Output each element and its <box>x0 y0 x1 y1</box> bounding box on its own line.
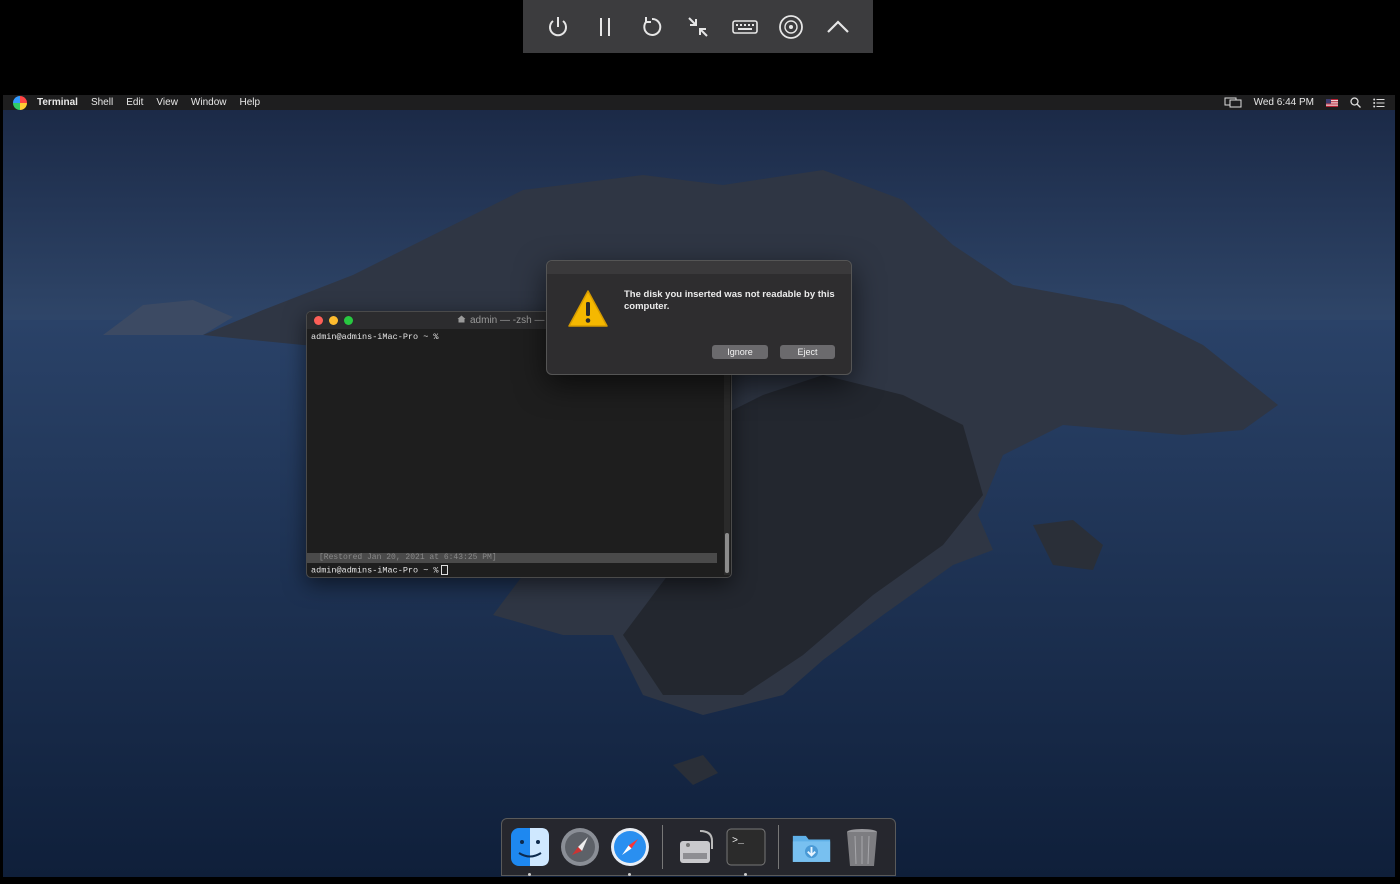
launchpad-icon <box>560 828 599 866</box>
close-window-button[interactable] <box>314 316 323 325</box>
collapse-icon <box>826 19 849 33</box>
finder-icon <box>510 828 549 866</box>
menu-app-name[interactable]: Terminal <box>37 97 78 108</box>
dock-finder[interactable] <box>509 827 550 876</box>
dock-downloads[interactable] <box>791 827 832 868</box>
apple-menu-icon[interactable] <box>13 95 27 110</box>
pause-icon <box>599 17 610 36</box>
menu-shell[interactable]: Shell <box>91 97 113 108</box>
disc-button[interactable] <box>775 11 807 43</box>
spotlight-search-icon[interactable] <box>1350 97 1361 108</box>
dock-launchpad[interactable] <box>559 827 600 868</box>
dock-trash[interactable] <box>841 827 882 868</box>
disk-utility-icon <box>679 830 713 863</box>
downloads-folder-icon <box>792 835 831 862</box>
dock-separator <box>662 825 663 869</box>
menu-edit[interactable]: Edit <box>126 97 143 108</box>
restored-session-banner: [Restored Jan 20, 2021 at 6:43:25 PM] <box>307 553 717 563</box>
keyboard-icon <box>731 19 758 34</box>
disc-icon <box>779 14 803 39</box>
scrollbar-thumb[interactable] <box>725 533 729 573</box>
dock-terminal[interactable]: >_ <box>725 827 766 876</box>
terminal-title: admin — -zsh — <box>470 315 545 326</box>
menu-bar: Terminal Shell Edit View Window Help Wed… <box>3 95 1395 110</box>
maximize-window-button[interactable] <box>344 316 353 325</box>
vm-toolbar <box>523 0 873 53</box>
notification-center-icon[interactable] <box>1373 98 1385 108</box>
menu-window[interactable]: Window <box>191 97 227 108</box>
terminal-icon: >_ <box>726 828 765 866</box>
ignore-button[interactable]: Ignore <box>712 345 768 359</box>
exit-fullscreen-button[interactable] <box>682 11 714 43</box>
trash-icon <box>846 829 877 866</box>
terminal-active-prompt[interactable]: admin@admins-iMac-Pro ~ % <box>311 565 448 576</box>
pause-button[interactable] <box>589 11 621 43</box>
warning-icon <box>568 290 608 327</box>
screen-mirroring-icon[interactable] <box>1224 97 1242 108</box>
dock: >_ <box>501 818 896 876</box>
exit-fullscreen-icon <box>688 16 708 37</box>
mac-desktop: Terminal Shell Edit View Window Help Wed… <box>3 95 1395 877</box>
svg-text:>_: >_ <box>732 836 745 847</box>
power-button[interactable] <box>542 11 574 43</box>
keyboard-button[interactable] <box>729 11 761 43</box>
alert-titlebar <box>547 261 851 274</box>
menu-view[interactable]: View <box>156 97 178 108</box>
input-source-flag-icon[interactable] <box>1326 98 1338 107</box>
text-cursor <box>440 565 448 575</box>
minimize-window-button[interactable] <box>329 316 338 325</box>
restart-icon <box>643 16 662 36</box>
disk-not-readable-alert: The disk you inserted was not readable b… <box>546 260 852 375</box>
running-indicator <box>528 872 531 876</box>
menu-help[interactable]: Help <box>240 97 261 108</box>
prompt-text: admin@admins-iMac-Pro ~ % <box>311 565 439 576</box>
dock-safari[interactable] <box>609 827 650 876</box>
home-folder-icon <box>457 315 466 326</box>
eject-button[interactable]: Eject <box>780 345 835 359</box>
power-icon <box>549 16 568 36</box>
collapse-toolbar-button[interactable] <box>822 11 854 43</box>
alert-message: The disk you inserted was not readable b… <box>624 289 835 312</box>
dock-disk-utility[interactable] <box>675 827 716 868</box>
menu-clock[interactable]: Wed 6:44 PM <box>1254 97 1314 108</box>
running-indicator <box>628 872 631 876</box>
dock-separator <box>778 825 779 869</box>
restart-button[interactable] <box>635 11 667 43</box>
running-indicator <box>744 872 747 876</box>
safari-icon <box>610 828 649 866</box>
